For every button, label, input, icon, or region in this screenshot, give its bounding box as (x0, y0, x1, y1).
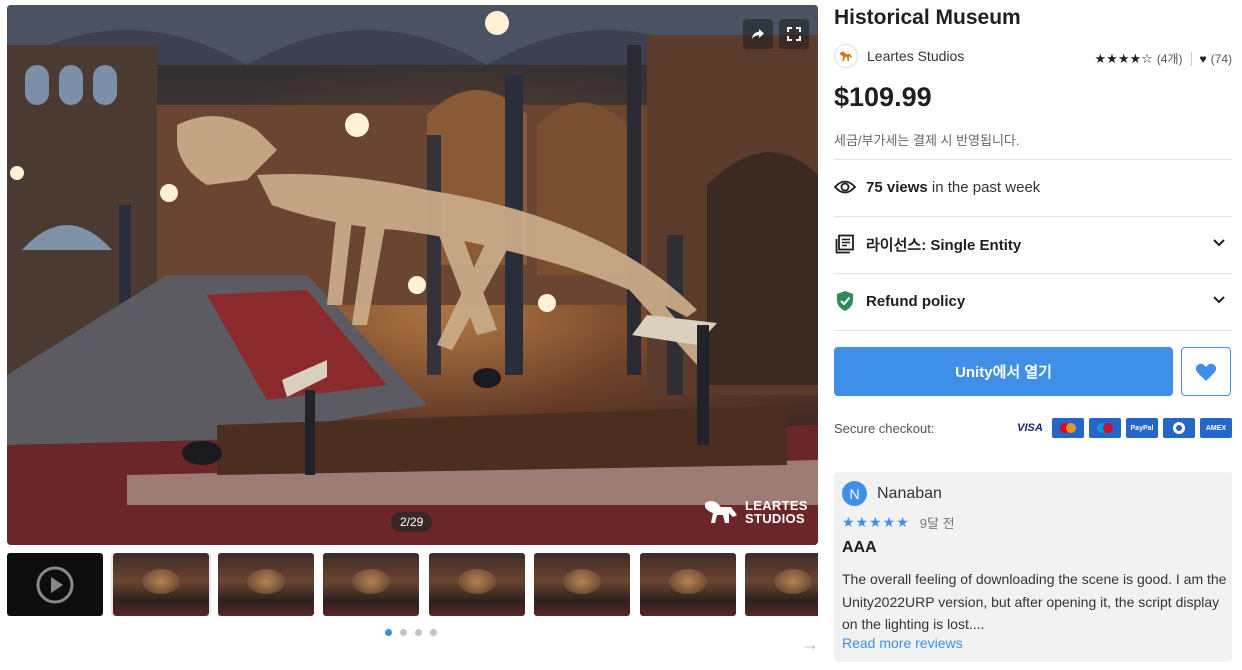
visa-icon: VISA (1017, 422, 1043, 434)
thumbnail-image[interactable] (323, 553, 419, 616)
amex-icon: AMEX (1200, 418, 1232, 438)
divider (834, 159, 1232, 160)
watermark-text: LEARTES STUDIOS (745, 498, 808, 526)
share-icon (752, 29, 764, 39)
publisher-name: Leartes Studios (867, 48, 965, 64)
eye-icon (834, 176, 856, 198)
refund-policy-dropdown[interactable]: Refund policy (834, 290, 1232, 312)
image-counter: 2/29 (391, 512, 433, 532)
price: $109.99 (834, 82, 932, 112)
views-row: 75 views in the past week (834, 176, 1232, 198)
review-count: (4개) (1156, 52, 1183, 66)
review-date: 9달 전 (919, 516, 955, 531)
product-title: Historical Museum (834, 6, 1021, 29)
publisher-logo (834, 44, 858, 68)
next-arrow-icon[interactable]: → (801, 634, 819, 655)
review-title: AAA (842, 539, 877, 556)
reviewer-name: Nanaban (877, 484, 942, 502)
open-in-unity-button[interactable]: Unity에서 열기 (834, 347, 1173, 396)
license-label: 라이선스: Single Entity (866, 236, 1022, 254)
license-icon (834, 233, 856, 255)
favorite-count: (74) (1210, 51, 1232, 66)
heart-icon (1195, 363, 1217, 381)
chevron-down-icon (1212, 292, 1226, 309)
dinosaur-logo-icon (840, 51, 852, 61)
avatar: N (842, 481, 867, 506)
wishlist-button[interactable] (1181, 347, 1231, 396)
publisher-link[interactable]: Leartes Studios (834, 44, 964, 68)
mastercard-icon (1052, 418, 1084, 438)
rating-stars: ★★★★☆ (1094, 50, 1153, 66)
fullscreen-button[interactable] (779, 19, 809, 49)
license-dropdown[interactable]: 라이선스: Single Entity (834, 233, 1232, 255)
carousel-dot[interactable] (400, 629, 407, 636)
share-button[interactable] (743, 19, 773, 49)
refund-label: Refund policy (866, 292, 966, 310)
thumbnail-video[interactable] (7, 553, 103, 616)
thumbnail-image[interactable] (640, 553, 736, 616)
carousel-dot[interactable] (430, 629, 437, 636)
thumbnail-image[interactable] (111, 553, 211, 616)
thumbnail-image[interactable] (534, 553, 630, 616)
payment-methods: VISA PayPal AMEX (1013, 418, 1232, 438)
thumbnail-strip[interactable] (7, 553, 818, 616)
product-panel: Historical Museum Leartes Studios ★★★★☆ … (834, 0, 1232, 670)
dinosaur-logo-icon (705, 501, 737, 523)
heart-icon: ♥ (1199, 51, 1207, 66)
review-body: The overall feeling of downloading the s… (842, 571, 1227, 632)
secure-checkout-label: Secure checkout: (834, 421, 935, 436)
review-stars: ★★★★★ (842, 514, 910, 530)
divider (834, 330, 1232, 331)
divider (834, 216, 1232, 217)
play-icon (36, 566, 74, 603)
museum-scene-image (7, 5, 818, 545)
carousel-dot[interactable] (415, 629, 422, 636)
rating-summary[interactable]: ★★★★☆ (4개) ♥ (74) (1095, 50, 1232, 67)
tax-note: 세금/부가세는 결제 시 반영됩니다. (834, 133, 1020, 148)
main-image[interactable]: 2/29 LEARTES STUDIOS (7, 5, 818, 545)
thumbnail-image[interactable] (218, 553, 314, 616)
paypal-icon: PayPal (1126, 418, 1158, 438)
views-count: 75 views (866, 178, 928, 196)
divider (1190, 51, 1192, 66)
fullscreen-icon (787, 27, 801, 41)
thumbnail-image[interactable] (745, 553, 818, 616)
read-more-reviews-link[interactable]: Read more reviews (842, 635, 963, 651)
diners-icon (1163, 418, 1195, 438)
review-card: N Nanaban ★★★★★ 9달 전 AAA The overall fee… (834, 472, 1232, 662)
shield-check-icon (834, 290, 856, 312)
leartes-watermark: LEARTES STUDIOS (703, 497, 808, 527)
carousel-dots[interactable] (385, 629, 437, 636)
chevron-down-icon (1212, 235, 1226, 252)
thumbnail-image[interactable] (429, 553, 525, 616)
views-suffix: in the past week (927, 178, 1041, 196)
carousel-dot[interactable] (385, 629, 392, 636)
divider (834, 273, 1232, 274)
maestro-icon (1089, 418, 1121, 438)
